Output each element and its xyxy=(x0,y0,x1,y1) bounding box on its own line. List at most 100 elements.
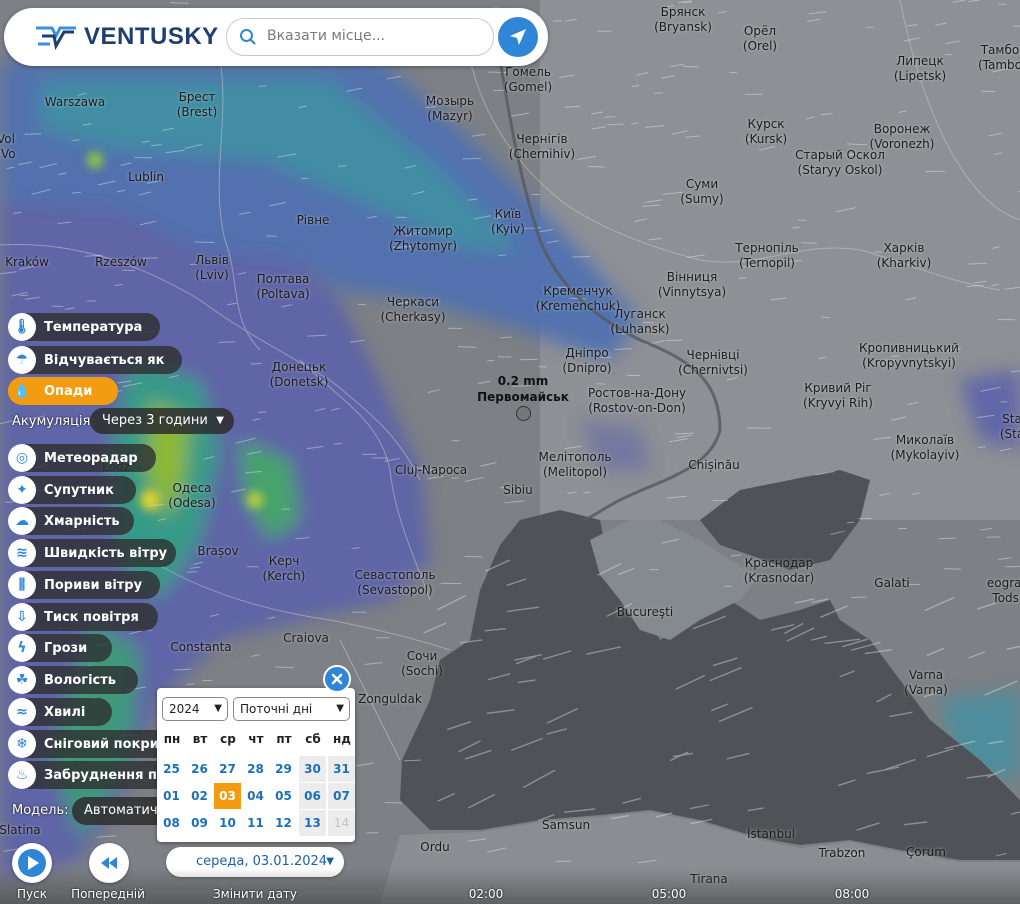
city-label: Рівне xyxy=(297,213,330,228)
menu-item-4[interactable]: ◎ Метеорадар xyxy=(8,444,156,472)
time-label[interactable]: 02:00 xyxy=(469,887,504,901)
city-label: Київ (Kyiv) xyxy=(491,207,525,237)
weekday-header: вт xyxy=(192,732,208,746)
time-label[interactable]: 05:00 xyxy=(652,887,687,901)
menu-item-label: Пориви вітру xyxy=(44,577,143,593)
city-label: Кривий Ріг (Kryvyi Rih) xyxy=(803,381,873,411)
city-name: Старый Оскол xyxy=(795,148,885,162)
search-input[interactable] xyxy=(265,27,479,45)
chevron-down-icon: ▼ xyxy=(214,703,222,714)
menu-item-label: Температура xyxy=(44,319,143,335)
calendar-day[interactable]: 26 xyxy=(186,756,213,782)
selected-date: середа, 03.01.2024 xyxy=(196,854,328,869)
city-label: Vol(Vo xyxy=(0,132,16,162)
play-button[interactable] xyxy=(12,843,52,883)
menu-item-1[interactable]: 🌡 Температура xyxy=(8,313,160,341)
city-name: Керч xyxy=(268,554,300,568)
city-name: Kraków xyxy=(5,255,49,269)
city-alt-name: (Chernivtsi) xyxy=(678,363,748,377)
menu-item-2[interactable]: ☂ Відчувається як xyxy=(8,346,182,374)
menu-item-6[interactable]: ☁ Хмарність xyxy=(8,507,134,535)
navigation-arrow-icon xyxy=(510,29,526,45)
city-label: Вінниця (Vinnytsya) xyxy=(658,270,726,300)
city-name: Warszawa xyxy=(44,95,106,109)
location-marker[interactable] xyxy=(516,406,531,421)
menu-item-14[interactable]: ♨ Забруднення пов xyxy=(8,761,174,789)
city-name: Житомир xyxy=(393,224,453,238)
menu-item-label: Грози xyxy=(44,640,88,656)
city-name: Рівне xyxy=(296,213,330,227)
calendar-day[interactable]: 07 xyxy=(328,783,355,809)
menu-item-9[interactable]: ⇩ Тиск повітря xyxy=(8,603,158,631)
city-name: Гомель xyxy=(505,65,551,79)
menu-item-8[interactable]: ⫼ Пориви вітру xyxy=(8,571,160,599)
city-name: Sibiu xyxy=(503,483,533,497)
calendar-day[interactable]: 02 xyxy=(186,783,213,809)
calendar-day[interactable]: 08 xyxy=(158,810,185,836)
menu-item-label: Відчувається як xyxy=(44,352,165,368)
calendar-day[interactable]: 28 xyxy=(242,756,269,782)
weekday-header: чт xyxy=(248,732,264,746)
close-calendar-button[interactable] xyxy=(323,665,351,693)
calendar-day[interactable]: 03 xyxy=(214,783,241,809)
weekday-header: пн xyxy=(163,732,181,746)
calendar-day[interactable]: 05 xyxy=(270,783,297,809)
city-alt-name: (Cherkasy) xyxy=(380,310,446,324)
calendar-day[interactable]: 13 xyxy=(299,810,326,836)
city-name: Луганск xyxy=(614,307,666,321)
calendar-day[interactable]: 25 xyxy=(158,756,185,782)
city-label: Brașov xyxy=(197,544,238,559)
city-alt-name: (Kremenchuk) xyxy=(535,299,621,313)
city-name: Донецьк xyxy=(271,360,327,374)
search-box[interactable] xyxy=(226,18,494,56)
previous-button[interactable] xyxy=(89,843,129,883)
ventusky-logo-icon xyxy=(36,26,76,50)
city-alt-name: (Tambo xyxy=(977,58,1020,72)
city-name: Чернігів xyxy=(516,132,568,146)
change-date-label[interactable]: Змінити дату xyxy=(213,887,297,901)
calendar-day[interactable]: 04 xyxy=(242,783,269,809)
city-name: Дніпро xyxy=(565,346,609,360)
city-label: İstanbul xyxy=(747,827,795,842)
menu-item-3[interactable]: 💧 Опади xyxy=(8,377,118,405)
calendar-day[interactable]: 09 xyxy=(186,810,213,836)
calendar-day[interactable]: 31 xyxy=(328,756,355,782)
calendar-day[interactable]: 30 xyxy=(299,756,326,782)
menu-item-label: Тиск повітря xyxy=(44,609,139,625)
calendar-day[interactable]: 06 xyxy=(299,783,326,809)
calendar-day[interactable]: 29 xyxy=(270,756,297,782)
city-label: Суми (Sumy) xyxy=(680,177,723,207)
menu-item-13[interactable]: ❄ Сніговий покрив xyxy=(8,730,182,758)
wind-icon: ≋ xyxy=(8,539,36,567)
city-name: Çorum xyxy=(906,845,946,859)
range-select[interactable]: Поточні дні ▼ xyxy=(233,697,350,721)
weekday-header: нд xyxy=(333,732,351,746)
locate-button[interactable] xyxy=(498,17,538,57)
calendar-day[interactable]: 12 xyxy=(270,810,297,836)
menu-item-7[interactable]: ≋ Швидкість вітру xyxy=(8,539,176,567)
city-alt-name: (Gomel) xyxy=(503,80,553,94)
city-label: Samsun xyxy=(542,818,590,833)
feels-like-icon: ☂ xyxy=(8,346,36,374)
menu-item-5[interactable]: ✦ Супутник xyxy=(8,476,136,504)
calendar-day[interactable]: 10 xyxy=(214,810,241,836)
menu-item-10[interactable]: ϟ Грози xyxy=(8,634,112,662)
calendar-day[interactable]: 27 xyxy=(214,756,241,782)
accumulation-select[interactable]: Через 3 години ▼ xyxy=(90,408,234,434)
menu-item-label: Забруднення пов xyxy=(44,767,175,783)
menu-item-11[interactable]: ☘ Вологість xyxy=(8,666,138,694)
brand-name: VENTUSKY xyxy=(84,23,219,50)
city-alt-name: (Kursk) xyxy=(744,132,788,146)
calendar-day[interactable]: 11 xyxy=(242,810,269,836)
snowflake-icon: ❄ xyxy=(8,730,36,758)
time-label[interactable]: 08:00 xyxy=(835,887,870,901)
model-select[interactable]: Автоматич xyxy=(72,797,162,825)
city-name: Trabzon xyxy=(818,846,866,860)
year-select[interactable]: 2024 ▼ xyxy=(162,697,228,721)
city-name: Sta xyxy=(1002,412,1020,426)
city-name: Bucureşti xyxy=(616,605,674,619)
calendar-day[interactable]: 01 xyxy=(158,783,185,809)
city-name: Samsun xyxy=(541,818,591,832)
logo[interactable]: VENTUSKY xyxy=(34,23,219,51)
menu-item-12[interactable]: ≈ Хвилі xyxy=(8,698,112,726)
